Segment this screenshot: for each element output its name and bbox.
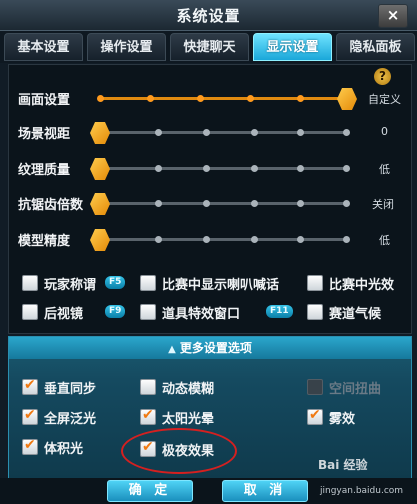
slider-dot [155,236,162,243]
slider-track [100,167,348,170]
slider-dot [343,236,350,243]
checkbox-box[interactable] [22,407,38,425]
hotkey-badge: F9 [105,305,126,318]
slider-knob[interactable] [337,88,357,110]
slider-dot [297,236,304,243]
slider-dot [203,236,210,243]
checkbox-box[interactable] [307,275,323,291]
slider-dot [297,129,304,136]
checkbox-label: 全屏泛光 [44,412,97,427]
slider-dot [297,95,304,102]
checkbox-box[interactable] [307,407,323,425]
checkbox-box[interactable] [140,379,156,395]
checkbox-label: 道具特效窗口 [162,307,241,322]
slider-dot [343,165,350,172]
checkbox-label: 垂直同步 [44,382,97,397]
checkbox-box [307,379,323,395]
hotkey-badge: F11 [266,305,293,318]
slider-value: 低 [379,234,390,247]
slider-graphics-preset[interactable]: 画面设置 自定义 [0,87,417,111]
checkbox-label: 体积光 [44,442,84,457]
checkbox-box[interactable] [140,275,156,291]
ok-button[interactable]: 确 定 [107,480,193,502]
slider-knob[interactable] [90,229,110,251]
slider-value: 0 [381,125,388,138]
slider-dot [251,236,258,243]
slider-dot [203,165,210,172]
slider-anti-aliasing[interactable]: 抗锯齿倍数 关闭 [0,192,417,216]
slider-model-detail[interactable]: 模型精度 低 [0,228,417,252]
checkbox-box[interactable] [140,304,156,320]
checkbox-box[interactable] [22,275,38,291]
slider-dot [343,200,350,207]
cancel-button[interactable]: 取 消 [222,480,308,502]
more-settings-title: 更多设置选项 [179,341,252,355]
slider-dot [203,200,210,207]
tab-control-settings[interactable]: 操作设置 [87,33,166,61]
slider-value: 自定义 [368,93,401,106]
settings-window: 系统设置 × 基本设置 操作设置 快捷聊天 显示设置 隐私面板 ? 画面设置 自… [0,0,417,504]
slider-dot [155,165,162,172]
tab-basic-settings[interactable]: 基本设置 [4,33,83,61]
close-button[interactable]: × [378,4,408,28]
slider-dot [147,95,154,102]
slider-knob[interactable] [90,122,110,144]
checkbox-label: 太阳光晕 [162,412,215,427]
slider-value: 关闭 [372,198,394,211]
checkbox-box[interactable] [22,377,38,395]
hotkey-badge: F5 [105,276,126,289]
slider-dot [155,129,162,136]
tab-quick-chat[interactable]: 快捷聊天 [170,33,249,61]
slider-track-fill [100,97,348,100]
slider-dot [251,165,258,172]
checkbox-box[interactable] [22,304,38,320]
slider-dot [343,129,350,136]
slider-label: 画面设置 [18,93,71,108]
slider-track [100,131,348,134]
checkbox-box[interactable] [140,407,156,425]
slider-dot [155,200,162,207]
checkbox-box[interactable] [307,304,323,320]
slider-track [100,202,348,205]
highlight-circle [121,428,237,474]
checkbox-label: 空间扭曲 [329,382,382,397]
slider-label: 纹理质量 [18,163,71,178]
checkbox-label: 赛道气候 [329,307,382,322]
checkbox-label: 玩家称谓 [44,278,97,293]
slider-dot [97,95,104,102]
slider-dot [251,200,258,207]
slider-dot [297,165,304,172]
slider-label: 模型精度 [18,234,71,249]
watermark-url: jingyan.baidu.com [320,486,404,496]
checkbox-label: 比赛中显示喇叭喊话 [162,278,280,293]
collapse-arrow-icon: ▲ [168,344,176,355]
slider-knob[interactable] [90,158,110,180]
more-settings-header[interactable]: ▲ 更多设置选项 [9,337,411,359]
slider-scene-view-distance[interactable]: 场景视距 0 [0,121,417,145]
tab-privacy-panel[interactable]: 隐私面板 [336,33,415,61]
checkbox-label: 比赛中光效 [329,278,395,293]
window-title: 系统设置 [176,7,241,25]
slider-track [100,238,348,241]
slider-label: 场景视距 [18,127,71,142]
checkbox-label: 动态模糊 [162,382,215,397]
slider-knob[interactable] [90,193,110,215]
title-bar[interactable]: 系统设置 × [0,0,417,31]
slider-dot [203,129,210,136]
checkbox-label: 后视镜 [44,307,84,322]
tab-bar: 基本设置 操作设置 快捷聊天 显示设置 隐私面板 [0,31,417,63]
tab-display-settings[interactable]: 显示设置 [253,33,332,61]
checkbox-box[interactable] [22,437,38,455]
slider-value: 低 [379,163,390,176]
slider-dot [247,95,254,102]
slider-dot [251,129,258,136]
slider-dot [197,95,204,102]
slider-texture-quality[interactable]: 纹理质量 低 [0,157,417,181]
slider-dot [297,200,304,207]
watermark-logo: Bai 经验 [318,458,368,472]
slider-label: 抗锯齿倍数 [18,198,84,213]
checkbox-label: 雾效 [329,412,356,427]
help-icon[interactable]: ? [374,68,391,85]
